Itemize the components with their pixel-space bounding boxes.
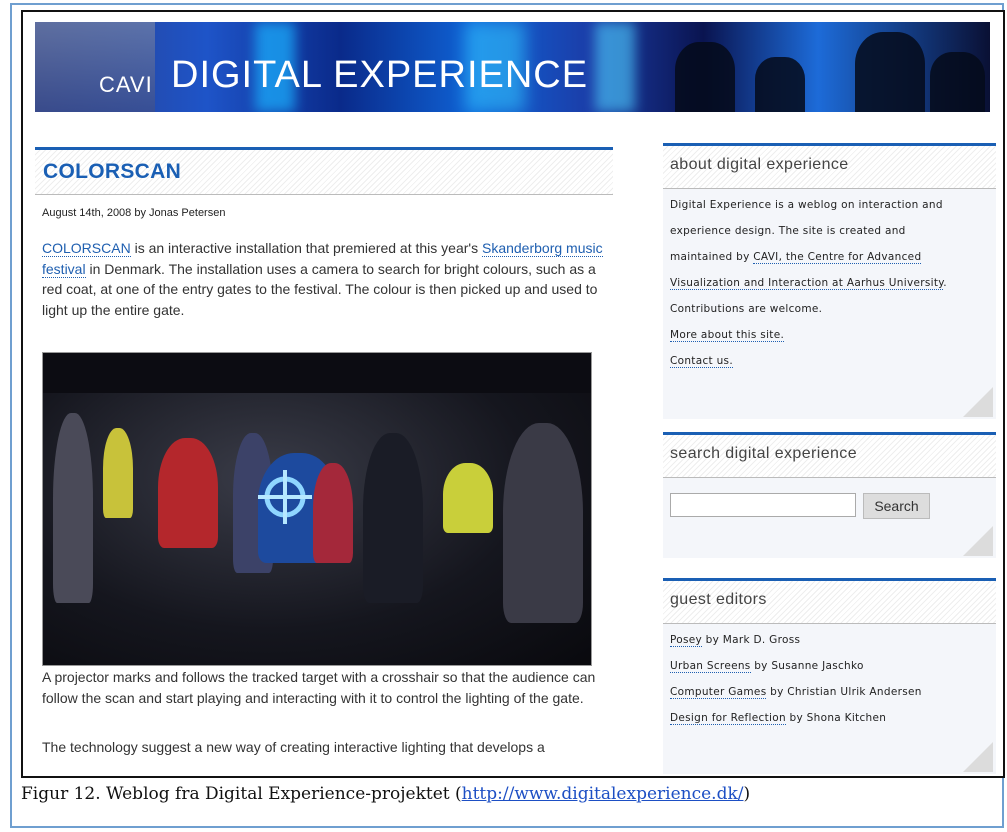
search-widget-body: Search xyxy=(663,478,996,558)
post-meta: August 14th, 2008 by Jonas Petersen xyxy=(42,207,226,219)
caption-link[interactable]: http://www.digitalexperience.dk/ xyxy=(462,784,744,804)
search-button[interactable]: Search xyxy=(863,493,930,519)
guest-editor-item: Posey by Mark D. Gross xyxy=(670,634,801,647)
paragraph-text: is an interactive installation that prem… xyxy=(130,240,482,256)
banner-silhouette xyxy=(675,42,735,112)
post-paragraph: COLORSCAN is an interactive installation… xyxy=(42,238,617,320)
banner-cavi-text: CAVI xyxy=(99,72,153,97)
cavi-aarhus-link[interactable]: Visualization and Interaction at Aarhus … xyxy=(670,277,944,290)
figure-caption: Figur 12. Weblog fra Digital Experience-… xyxy=(21,784,750,804)
guest-editors-title: guest editors xyxy=(670,591,767,608)
about-widget-header: about digital experience xyxy=(663,143,996,189)
photo-person xyxy=(158,438,218,548)
banner-silhouette xyxy=(755,57,805,112)
guest-editor-link[interactable]: Design for Reflection xyxy=(670,712,786,725)
guest-editor-link[interactable]: Computer Games xyxy=(670,686,767,699)
post-photo xyxy=(42,352,592,666)
guest-editor-author: by Shona Kitchen xyxy=(785,712,887,724)
screenshot: CAVI DIGITAL EXPERIENCE COLORSCAN August… xyxy=(21,10,1005,778)
photo-person xyxy=(363,433,423,603)
colorscan-link[interactable]: COLORSCAN xyxy=(42,240,131,257)
photo-person xyxy=(313,463,353,563)
post-title[interactable]: COLORSCAN xyxy=(43,160,181,184)
photo-person xyxy=(503,423,583,623)
banner-tint xyxy=(35,22,155,112)
more-about-link[interactable]: More about this site. xyxy=(670,329,785,342)
photo-person xyxy=(103,428,133,518)
guest-editor-link[interactable]: Posey xyxy=(670,634,703,647)
cavi-link[interactable]: CAVI, the Centre for Advanced xyxy=(753,251,922,264)
guest-editors-body: Posey by Mark D. Gross Urban Screens by … xyxy=(663,624,996,774)
about-widget-body: Digital Experience is a weblog on intera… xyxy=(663,189,996,419)
about-text: maintained by CAVI, the Centre for Advan… xyxy=(670,251,922,264)
caption-text: Figur 12. Weblog fra Digital Experience-… xyxy=(21,784,462,804)
banner-silhouette xyxy=(930,52,985,112)
post-paragraph: The technology suggest a new way of crea… xyxy=(42,739,545,755)
site-banner[interactable]: CAVI DIGITAL EXPERIENCE xyxy=(35,22,990,112)
photo-person xyxy=(53,413,93,603)
guest-editors-header: guest editors xyxy=(663,578,996,624)
guest-editor-item: Design for Reflection by Shona Kitchen xyxy=(670,712,887,725)
contact-us-link[interactable]: Contact us. xyxy=(670,355,733,368)
page-curl-icon xyxy=(963,387,993,417)
banner-silhouette xyxy=(855,32,925,112)
search-widget-title: search digital experience xyxy=(670,445,857,462)
paragraph-text: in Denmark. The installation uses a came… xyxy=(42,260,598,318)
banner-light xyxy=(595,22,635,112)
page-curl-icon xyxy=(963,742,993,772)
crosshair-icon xyxy=(258,470,312,524)
search-widget-header: search digital experience xyxy=(663,432,996,478)
post-paragraph: A projector marks and follows the tracke… xyxy=(42,669,596,706)
about-widget-title: about digital experience xyxy=(670,156,849,173)
guest-editor-author: by Christian Ulrik Andersen xyxy=(766,686,922,698)
about-text: maintained by xyxy=(670,251,754,263)
guest-editor-author: by Mark D. Gross xyxy=(702,634,801,646)
about-text: Contributions are welcome. xyxy=(670,303,823,315)
guest-editor-item: Urban Screens by Susanne Jaschko xyxy=(670,660,864,673)
guest-editor-author: by Susanne Jaschko xyxy=(750,660,864,672)
search-input[interactable] xyxy=(670,493,856,517)
about-text: experience design. The site is created a… xyxy=(670,225,906,237)
caption-text-end: ) xyxy=(743,784,751,804)
about-text: Visualization and Interaction at Aarhus … xyxy=(670,277,947,290)
about-text: Digital Experience is a weblog on intera… xyxy=(670,199,943,211)
page-curl-icon xyxy=(963,526,993,556)
post-title-bar: COLORSCAN xyxy=(35,147,613,195)
about-text: . xyxy=(943,277,947,289)
photo-person xyxy=(443,463,493,533)
guest-editor-item: Computer Games by Christian Ulrik Anders… xyxy=(670,686,922,699)
guest-editor-link[interactable]: Urban Screens xyxy=(670,660,751,673)
banner-title: DIGITAL EXPERIENCE xyxy=(171,54,589,96)
